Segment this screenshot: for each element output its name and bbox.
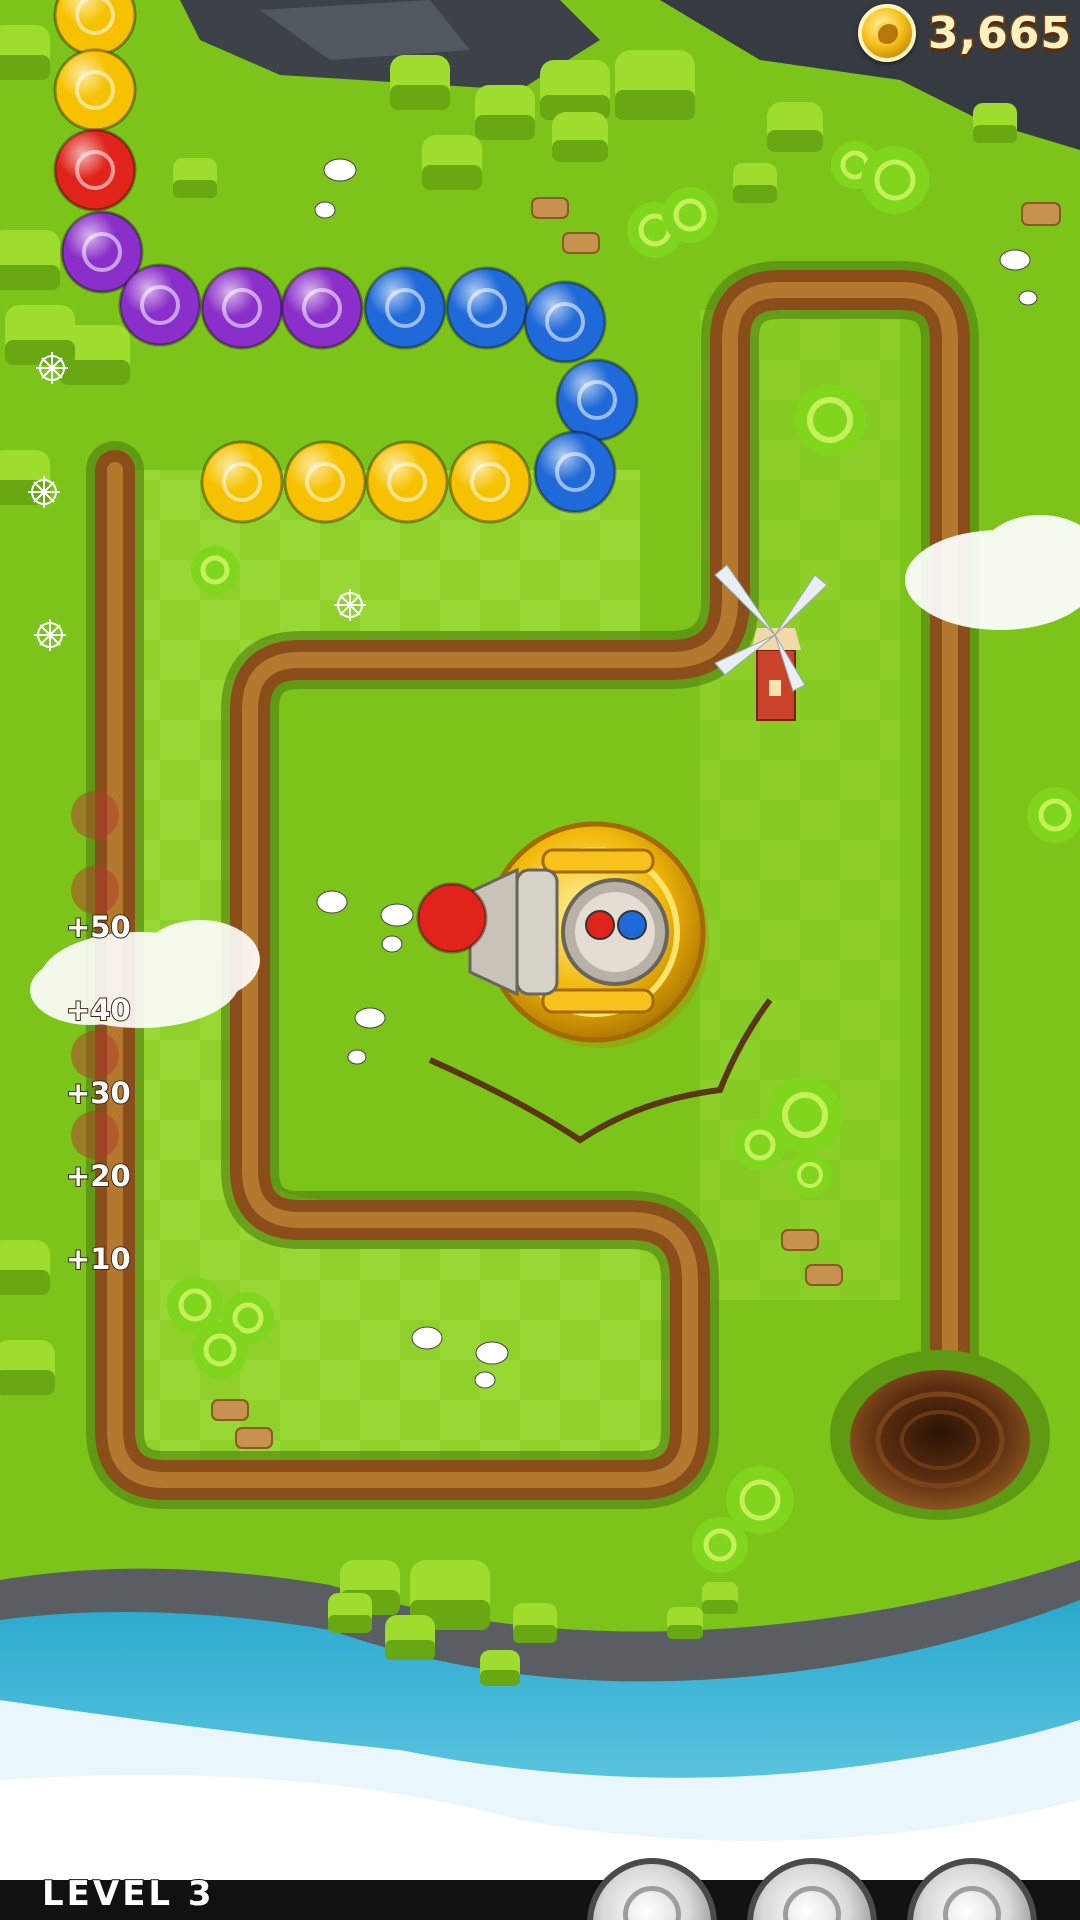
coin-counter: 3,665 <box>857 4 1073 62</box>
powerup-1-icon <box>623 1886 681 1920</box>
ball-purple <box>200 266 284 350</box>
score-marker: +20 <box>65 1158 132 1194</box>
powerup-2-icon <box>783 1886 841 1920</box>
ball-yellow <box>448 440 532 524</box>
coin-icon <box>857 4 916 62</box>
ball-yellow <box>200 440 284 524</box>
ball-blue <box>555 358 639 442</box>
score-marker: +40 <box>65 992 132 1028</box>
coin-count: 3,665 <box>926 6 1072 60</box>
ball-blue <box>533 430 617 514</box>
score-marker: +30 <box>65 1075 132 1111</box>
next-ball-red <box>585 910 615 940</box>
loaded-ball <box>416 882 488 954</box>
level-label: LEVEL 3 <box>41 1873 215 1915</box>
ball-blue <box>523 280 607 364</box>
ball-purple <box>118 263 202 347</box>
next-ball-blue <box>617 910 647 940</box>
score-marker: +10 <box>65 1241 132 1277</box>
ball-blue <box>363 266 447 350</box>
end-hole <box>830 1350 1050 1520</box>
ball-blue <box>445 266 529 350</box>
ball-yellow <box>53 48 137 132</box>
powerup-3-icon <box>943 1886 1001 1920</box>
ball-red <box>53 128 137 212</box>
game-board[interactable]: 3,665 +50 +40 +30 +20 +10 LEVEL 3 <box>0 0 1080 1920</box>
ball-purple <box>280 266 364 350</box>
score-marker: +50 <box>65 909 132 945</box>
ball-yellow <box>283 440 367 524</box>
ball-yellow <box>365 440 449 524</box>
game-scene[interactable] <box>0 0 1080 1920</box>
